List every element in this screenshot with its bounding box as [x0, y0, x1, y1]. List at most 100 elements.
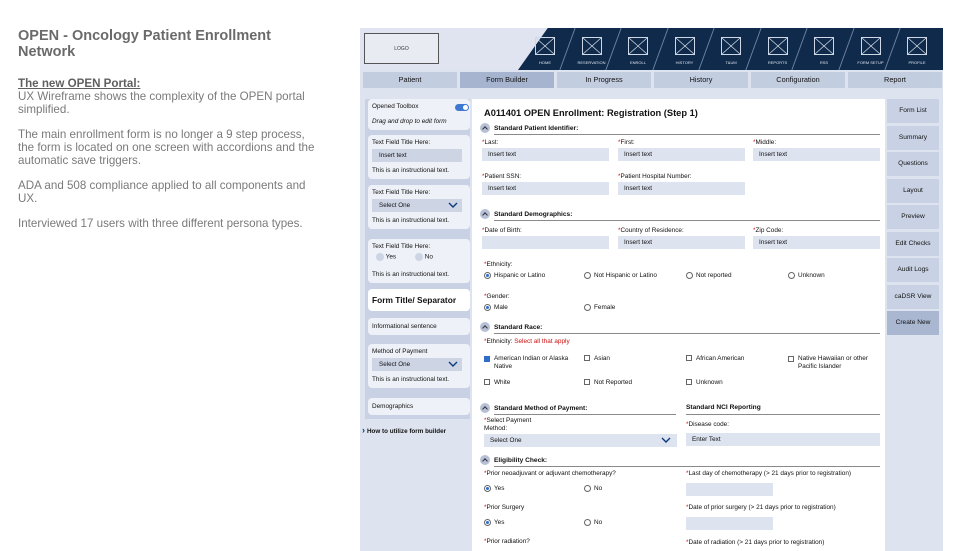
q-chemo-no[interactable]: No — [584, 485, 602, 492]
payment-field-value: Select One — [379, 361, 411, 368]
tum-icon — [721, 37, 741, 55]
q-chemo-date-input[interactable] — [686, 483, 773, 496]
toolbox-text-field[interactable]: Text Field Title Here: Insert text This … — [368, 135, 470, 179]
tab-report[interactable]: Report — [848, 72, 942, 88]
race-american-indian[interactable]: American Indian or Alaska Native — [484, 355, 574, 371]
howto-label: How to utilize form builder — [367, 428, 447, 435]
logo[interactable]: LOGO — [364, 33, 439, 64]
gender-male[interactable]: Male — [484, 304, 508, 311]
first-name-input[interactable]: Insert text — [618, 148, 745, 161]
create-new-button[interactable]: Create New — [887, 311, 939, 335]
edit-checks-button[interactable]: Edit Checks — [887, 232, 939, 256]
chevron-down-icon — [448, 361, 458, 367]
toolbox-toggle[interactable] — [455, 104, 469, 111]
payment-field-input[interactable]: Select One — [372, 358, 462, 371]
questions-button[interactable]: Questions — [887, 152, 939, 176]
payment-select[interactable]: Select One — [484, 434, 677, 447]
section-eligibility[interactable]: Eligibility Check: — [480, 455, 547, 465]
tab-in-progress[interactable]: In Progress — [557, 72, 651, 88]
select-field-input[interactable]: Select One — [372, 199, 462, 212]
toolbox-header: Opened Toolbox Drag and drop to edit for… — [368, 99, 470, 130]
race-asian[interactable]: Asian — [584, 355, 610, 362]
toolbox-separator[interactable]: Form Title/ Separator — [368, 289, 470, 311]
race-native-hawaiian[interactable]: Native Hawaiian or other Pacific Islande… — [788, 355, 878, 371]
middle-label: *Middle: — [753, 139, 777, 146]
last-name-input[interactable]: Insert text — [482, 148, 609, 161]
hospital-number-input[interactable]: Insert text — [618, 182, 745, 195]
race-not-reported[interactable]: Not Reported — [584, 379, 632, 386]
q-surgery-date-label: *Date of prior surgery (> 21 days prior … — [686, 504, 836, 511]
radio-yes-option[interactable]: Yes — [376, 253, 396, 261]
first-label: *First: — [618, 139, 635, 146]
toolbox-radio-field[interactable]: Text Field Title Here: Yes No This is an… — [368, 239, 470, 283]
form-list-button[interactable]: Form List — [887, 99, 939, 123]
toolbox-informational[interactable]: Informational sentence — [368, 318, 470, 335]
summary-button[interactable]: Summary — [887, 126, 939, 150]
race-unknown[interactable]: Unknown — [686, 379, 723, 386]
radio-icon — [376, 253, 384, 261]
ethnicity-unknown[interactable]: Unknown — [788, 272, 825, 279]
form-paragraph: The main enrollment form is no longer a … — [18, 128, 315, 167]
section-eligibility-heading: Eligibility Check: — [494, 456, 548, 464]
q-surgery-yes[interactable]: Yes — [484, 519, 504, 526]
ethnicity-label: *Ethnicity: — [484, 261, 513, 268]
section-identifier-heading: Standard Patient Identifier: — [494, 124, 579, 132]
section-race[interactable]: Standard Race: — [480, 322, 542, 332]
ethnicity-hispanic[interactable]: Hispanic or Latino — [484, 272, 545, 279]
collapse-icon — [480, 455, 490, 465]
hospital-number-label: *Patient Hospital Number: — [618, 173, 692, 180]
section-identifier[interactable]: Standard Patient Identifier: — [480, 123, 578, 133]
preview-button[interactable]: Preview — [887, 205, 939, 229]
interviews-paragraph: Interviewed 17 users with three differen… — [18, 217, 303, 230]
layout-button[interactable]: Layout — [887, 179, 939, 203]
toolbox-payment-field[interactable]: Method of Payment Select One This is an … — [368, 344, 470, 388]
section-demographics[interactable]: Standard Demographics: — [480, 209, 572, 219]
race-african-american[interactable]: African American — [686, 355, 744, 362]
chevron-down-icon — [448, 202, 458, 208]
informational-label: Informational sentence — [372, 323, 437, 330]
section-payment[interactable]: Standard Method of Payment: — [480, 403, 587, 413]
divider — [494, 220, 880, 221]
section-demographics-heading: Standard Demographics: — [494, 210, 573, 218]
separator-label: Form Title/ Separator — [372, 295, 457, 305]
tab-form-builder[interactable]: Form Builder — [460, 72, 554, 88]
text-field-input[interactable]: Insert text — [372, 149, 462, 162]
q-surgery-date-input[interactable] — [686, 517, 773, 530]
ethnicity-not-reported[interactable]: Not reported — [686, 272, 732, 279]
form-title: A011401 OPEN Enrollment: Registration (S… — [484, 108, 698, 118]
country-input[interactable]: Insert text — [618, 236, 745, 249]
toolbox-select-field[interactable]: Text Field Title Here: Select One This i… — [368, 185, 470, 229]
ssn-input[interactable]: Insert text — [482, 182, 609, 195]
demographics-label: Demographics — [372, 403, 414, 410]
middle-name-input[interactable]: Insert text — [753, 148, 880, 161]
tab-patient[interactable]: Patient — [363, 72, 457, 88]
disease-code-input[interactable]: Enter Text — [686, 433, 880, 446]
payment-select-value: Select One — [490, 437, 522, 444]
audit-logs-button[interactable]: Audit Logs — [887, 258, 939, 282]
enrollment-form: A011401 OPEN Enrollment: Registration (S… — [472, 99, 885, 551]
tab-history[interactable]: History — [654, 72, 748, 88]
race-white[interactable]: White — [484, 379, 510, 386]
payment-field-title: Method of Payment — [372, 348, 428, 355]
text-field-help: This is an instructional text. — [372, 167, 450, 174]
checkbox-icon — [686, 355, 692, 362]
zip-input[interactable]: Insert text — [753, 236, 880, 249]
checkbox-icon — [584, 355, 590, 362]
q-surgery-no[interactable]: No — [584, 519, 602, 526]
ethnicity-not-hispanic[interactable]: Not Hispanic or Latino — [584, 272, 657, 279]
reservation-icon — [581, 37, 602, 55]
wireframe: LOGO HOME RESERVATION ENROLL HISTORY T&UM REP… — [360, 28, 943, 551]
ssn-label: *Patient SSN: — [482, 173, 522, 180]
radio-no-option[interactable]: No — [415, 253, 433, 261]
howto-link[interactable]: › How to utilize form builder — [362, 425, 446, 435]
toolbox-demographics[interactable]: Demographics — [368, 398, 470, 415]
nav-item-profile[interactable]: PROFILE — [894, 28, 940, 70]
dob-input[interactable] — [482, 236, 609, 249]
divider — [686, 414, 880, 415]
checkbox-icon — [484, 356, 490, 362]
checkbox-icon — [484, 379, 490, 386]
q-chemo-yes[interactable]: Yes — [484, 485, 504, 492]
tab-configuration[interactable]: Configuration — [751, 72, 845, 88]
cadsr-view-button[interactable]: caDSR View — [887, 285, 939, 309]
gender-female[interactable]: Female — [584, 304, 615, 311]
